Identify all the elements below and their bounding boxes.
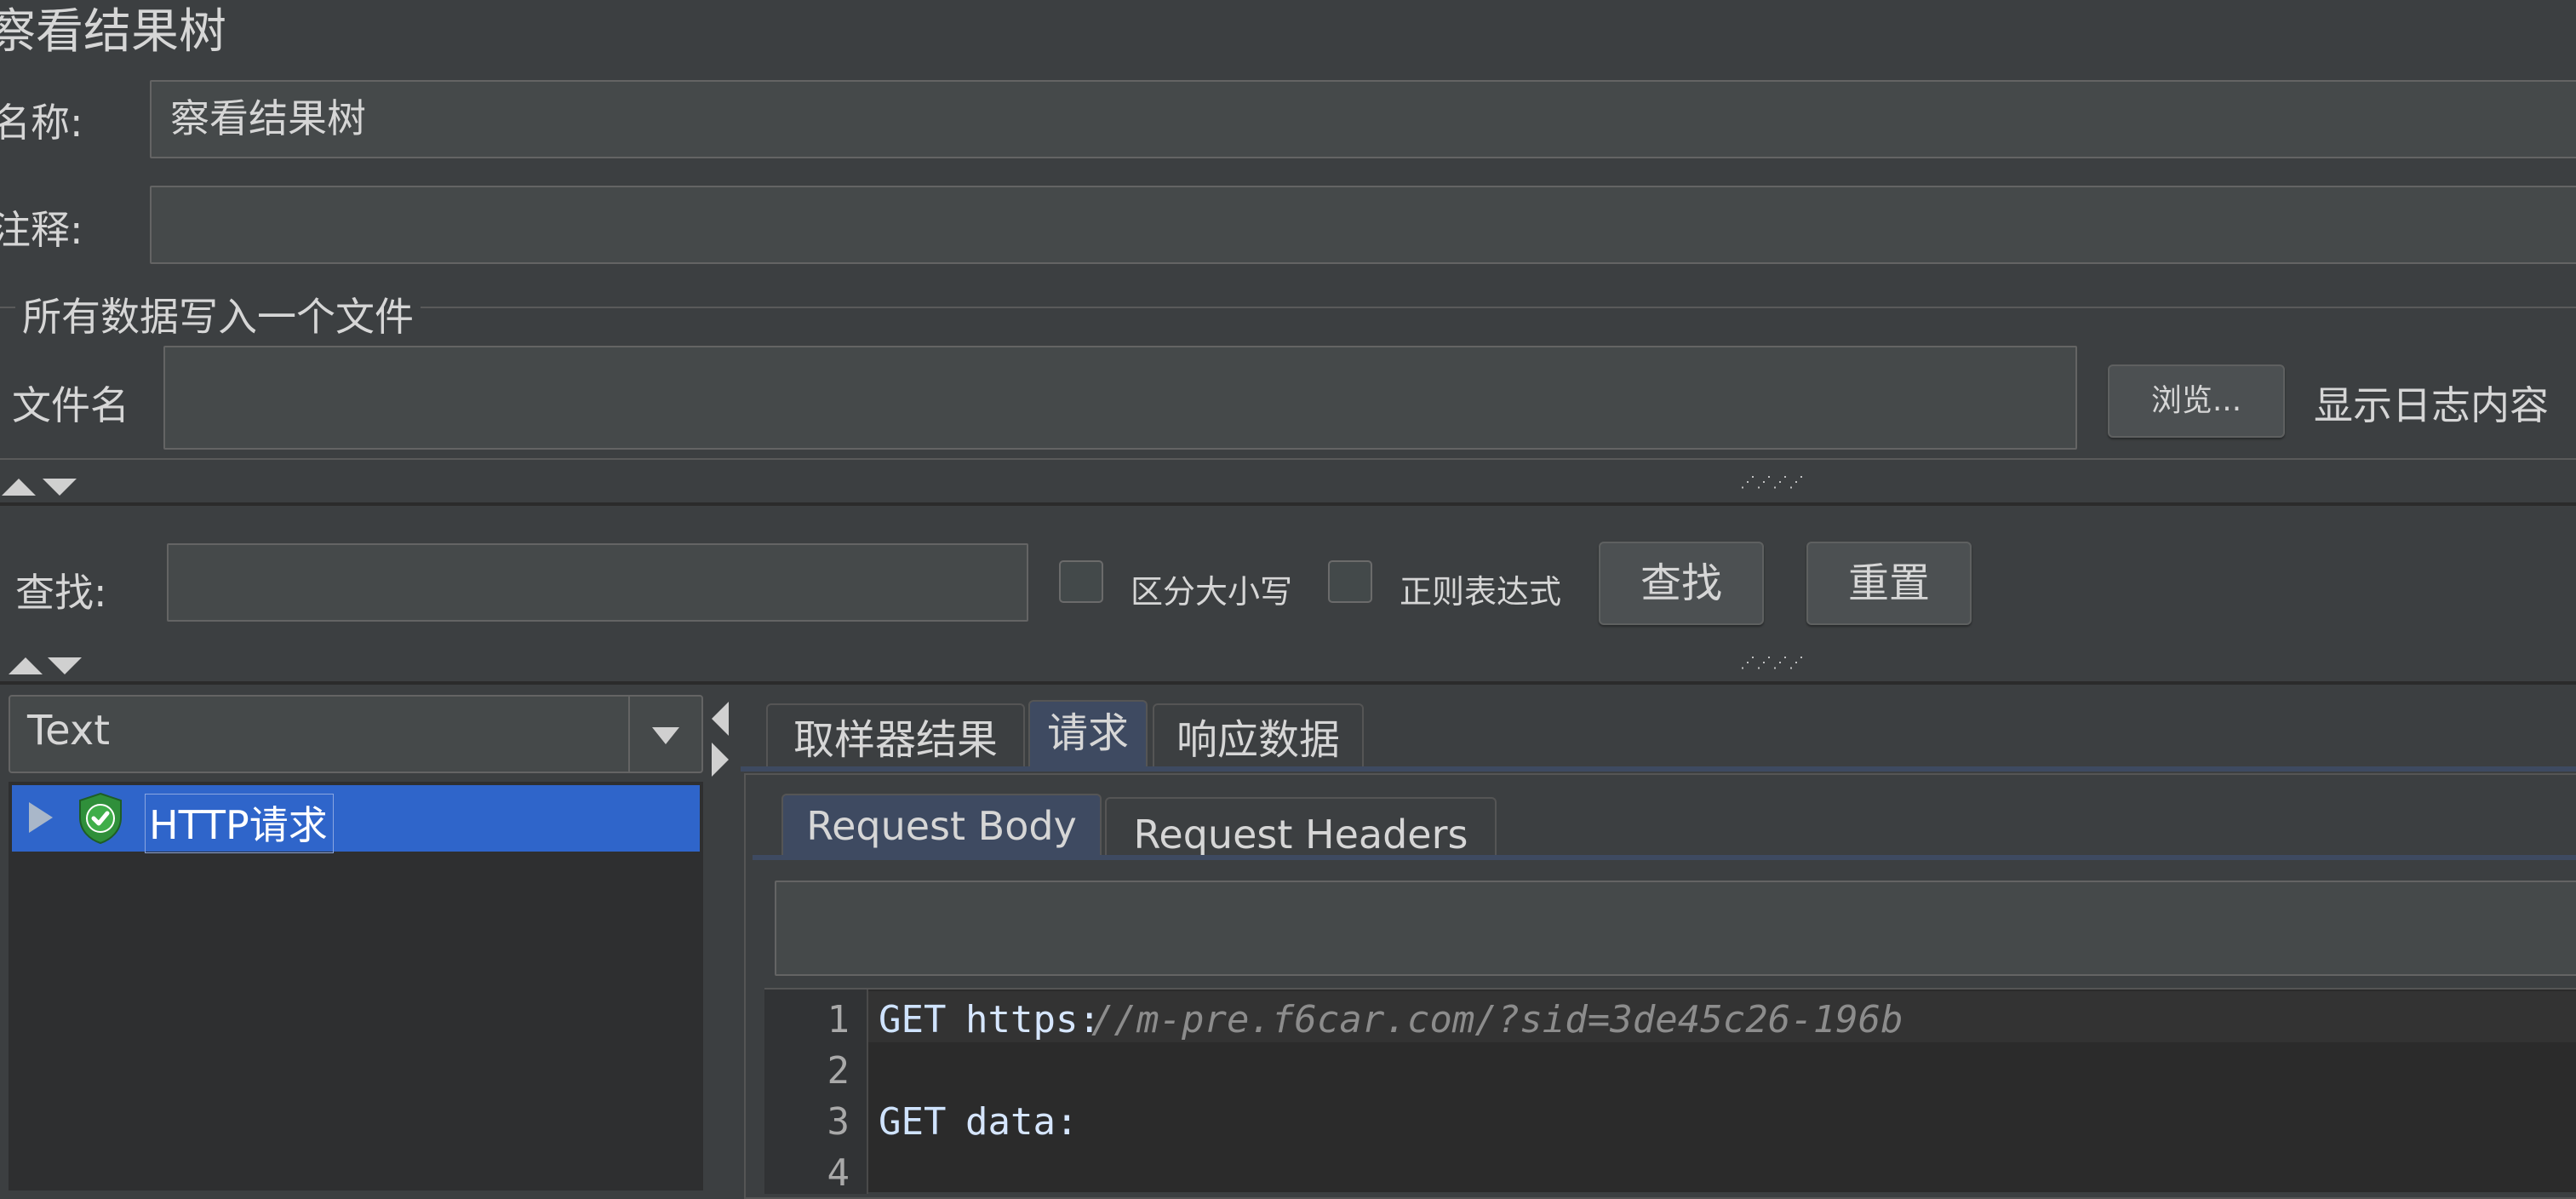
case-sensitive-checkbox[interactable] <box>1059 560 1103 603</box>
splitter-grip-2[interactable]: ⋰⋰⋰⋰ <box>1740 654 1805 672</box>
results-tree: HTTP请求 <box>9 782 703 1190</box>
collapse-down-arrow-2[interactable] <box>48 657 82 674</box>
line-number: 4 <box>827 1151 850 1195</box>
line-number: 2 <box>827 1049 850 1093</box>
collapse-up-arrow[interactable] <box>2 479 36 496</box>
search-input[interactable] <box>167 543 1028 622</box>
code-text: data: <box>965 1100 1079 1144</box>
line-number: 1 <box>827 998 850 1041</box>
reset-button[interactable]: 重置 <box>1806 542 1972 625</box>
file-section-title: 所有数据写入一个文件 <box>15 286 421 342</box>
code-text: https: <box>965 998 1101 1041</box>
browse-button[interactable]: 浏览... <box>2108 364 2285 438</box>
code-url: //m-pre.f6car.com/?sid=3de45c26-196b <box>1091 998 1903 1041</box>
tab-request[interactable]: 请求 <box>1028 700 1148 768</box>
collapse-up-arrow-2[interactable] <box>9 657 43 674</box>
show-log-label: 显示日志内容 <box>2314 382 2549 428</box>
find-button[interactable]: 查找 <box>1599 542 1764 625</box>
chevron-down-icon[interactable] <box>628 697 701 772</box>
success-shield-icon <box>79 792 122 845</box>
editor-search-box[interactable] <box>775 881 2576 976</box>
regex-checkbox[interactable] <box>1328 560 1372 603</box>
request-tabs-underline <box>753 855 2576 860</box>
name-label: 名称: <box>0 100 83 146</box>
name-field[interactable]: 察看结果树 <box>150 80 2576 158</box>
regex-label: 正则表达式 <box>1400 573 1562 611</box>
comment-label: 注释: <box>0 207 83 253</box>
splitter-grip[interactable]: ⋰⋰⋰⋰ <box>1740 473 1805 491</box>
renderer-select-value: Text <box>27 707 111 754</box>
filename-input[interactable] <box>163 346 2077 450</box>
code-keyword: GET <box>879 1100 947 1144</box>
tab-request-headers[interactable]: Request Headers <box>1105 797 1497 858</box>
expand-arrow-icon[interactable] <box>29 802 53 833</box>
tab-response-data[interactable]: 响应数据 <box>1153 703 1364 768</box>
line-number: 3 <box>827 1100 850 1144</box>
splitter-divider-2 <box>0 681 2576 685</box>
splitter-divider <box>0 502 2576 506</box>
code-keyword: GET <box>879 998 947 1041</box>
tree-item-label: HTTP请求 <box>145 794 334 853</box>
comment-field[interactable] <box>150 186 2576 264</box>
tab-request-body[interactable]: Request Body <box>781 794 1102 857</box>
case-sensitive-label: 区分大小写 <box>1131 573 1293 611</box>
tab-sampler-result[interactable]: 取样器结果 <box>766 703 1025 768</box>
filename-label: 文件名 <box>12 382 129 428</box>
tree-item-http-request[interactable]: HTTP请求 <box>12 785 700 853</box>
collapse-down-arrow[interactable] <box>43 479 77 496</box>
search-label: 查找: <box>15 570 107 616</box>
renderer-select[interactable]: Text <box>9 695 703 773</box>
code-editor[interactable]: 1 GET https: //m-pre.f6car.com/?sid=3de4… <box>764 988 2576 1195</box>
result-tabs-underline <box>741 766 2576 772</box>
collapse-left-arrow[interactable] <box>712 702 729 736</box>
code-line-1: GET https: //m-pre.f6car.com/?sid=3de45c… <box>868 991 2576 1042</box>
panel-title: 察看结果树 <box>0 4 226 60</box>
pane-splitter[interactable] <box>703 690 741 1192</box>
collapse-right-arrow[interactable] <box>712 743 729 777</box>
